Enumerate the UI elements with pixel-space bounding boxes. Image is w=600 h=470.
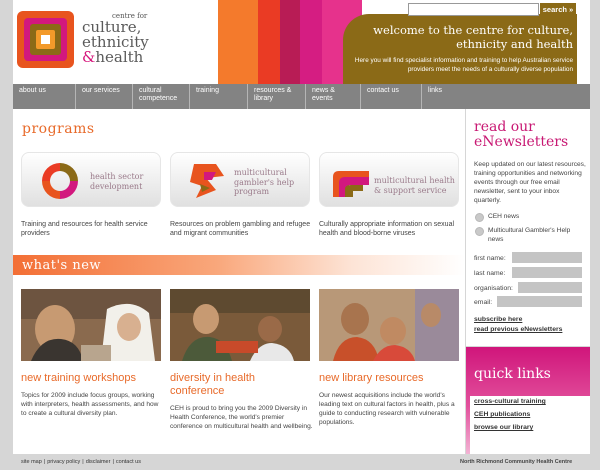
news-desc-diversity-conference: CEH is proud to bring you the 2009 Diver… [170,405,313,431]
banner-stripe [280,0,300,84]
program-desc-health-sector: Training and resources for health servic… [21,221,148,238]
news-title-library-resources[interactable]: new library resources [319,372,464,385]
main-nav: about us our services cultural competenc… [13,84,590,109]
enewsletter-description: Keep updated on our latest resources, tr… [474,161,586,205]
email-label: email: [474,299,493,306]
footer-link-privacy-policy[interactable]: privacy policy [47,459,80,465]
nav-item-contact-us[interactable]: contact us [360,84,421,109]
quick-link-browse-library[interactable]: browse our library [474,424,533,431]
quick-link-cross-cultural-training[interactable]: cross-cultural training [474,398,546,405]
previous-enewsletters-link[interactable]: read previous eNewsletters [474,326,562,333]
nav-item-cultural-competence[interactable]: cultural competence [132,84,189,109]
logo-word-health: health [95,48,144,66]
first-name-label: first name: [474,255,506,262]
nav-item-about-us[interactable]: about us [13,84,75,109]
quick-link-ceh-publications[interactable]: CEH publications [474,411,530,418]
welcome-description: Here you will find specialist informatio… [354,57,573,73]
first-name-field[interactable] [512,252,582,263]
library-resources-photo[interactable] [319,289,459,361]
ceh-logo-icon[interactable] [17,11,74,68]
program-desc-gamblers-help: Resources on problem gambling and refuge… [170,221,311,238]
health-sector-icon [42,163,78,199]
nav-item-links[interactable]: links [421,84,590,109]
news-title-training-workshops[interactable]: new training workshops [21,372,166,385]
program-desc-health-support: Culturally appropriate information on se… [319,221,455,238]
search-input[interactable] [408,3,539,16]
search-button[interactable]: search » [540,3,576,16]
training-workshops-photo[interactable] [21,289,161,361]
logo-line-health: &health [82,50,192,65]
enewsletter-heading: read our eNewsletters [474,119,569,150]
welcome-title: welcome to the centre for culture, ethni… [373,23,573,52]
programs-heading: programs [22,121,95,137]
footer-separator: | [43,459,46,465]
quick-links-heading: quick links [474,366,551,382]
footer-links: site map | privacy policy | disclaimer | conta… [21,459,141,465]
nav-item-our-services[interactable]: our services [75,84,132,109]
last-name-label: last name: [474,270,506,277]
program-title-health-support[interactable]: multicultural health & support service [374,176,456,195]
nav-item-news-events[interactable]: news & events [305,84,360,109]
banner-stripe [300,0,322,84]
footer-link-contact-us[interactable]: contact us [116,459,141,465]
logo-ampersand: & [82,48,96,66]
footer-organisation: North Richmond Community Health Centre [460,459,573,465]
gamblers-help-news-radio[interactable] [475,227,484,236]
program-title-gamblers-help[interactable]: multicultural gambler's help program [234,168,306,197]
logo-wordmark[interactable]: centre for culture, ethnicity &health [82,13,192,65]
footer-link-site-map[interactable]: site map [21,459,42,465]
organisation-label: organisation: [474,285,513,292]
ceh-news-radio[interactable] [475,213,484,222]
banner-stripe [258,0,280,84]
footer-separator: | [112,459,114,465]
email-field[interactable] [497,296,582,307]
news-desc-training-workshops: Topics for 2009 include focus groups, wo… [21,392,159,418]
footer-link-disclaimer[interactable]: disclaimer [86,459,111,465]
program-title-health-sector[interactable]: health sector development [90,172,160,191]
health-support-icon [333,171,369,197]
organisation-field[interactable] [518,282,582,293]
news-desc-library-resources: Our newest acquisitions include the worl… [319,392,455,427]
last-name-field[interactable] [512,267,582,278]
subscribe-link[interactable]: subscribe here [474,316,522,323]
ceh-news-label: CEH news [488,213,520,220]
news-title-diversity-conference[interactable]: diversity in health conference [170,372,280,397]
gamblers-help-icon [190,164,224,198]
whats-new-heading: what's new [22,258,102,273]
gamblers-help-news-label: Multicultural Gambler's Help news [488,227,571,243]
nav-item-resources-library[interactable]: resources & library [247,84,305,109]
banner-stripe [218,0,258,84]
nav-item-training[interactable]: training [189,84,247,109]
footer-separator: | [82,459,84,465]
diversity-conference-photo[interactable] [170,289,310,361]
